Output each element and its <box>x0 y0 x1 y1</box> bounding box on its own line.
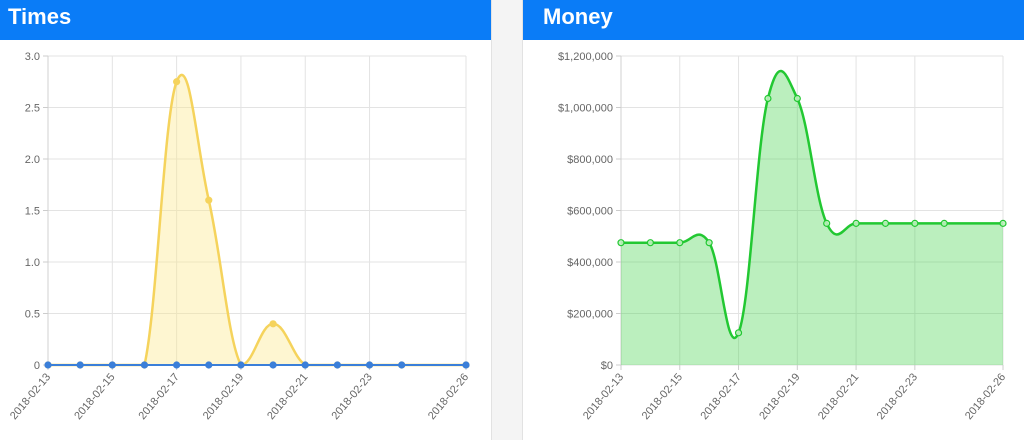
money-ytick-label: $0 <box>601 360 613 372</box>
times-series-1-point[interactable] <box>140 361 149 369</box>
times-series-0-point[interactable] <box>205 196 213 204</box>
times-xtick-label: 2018-02-23 <box>329 371 374 422</box>
money-series-0-point[interactable] <box>617 239 625 247</box>
times-xtick-label: 2018-02-26 <box>426 371 471 422</box>
times-series-1-point[interactable] <box>76 361 84 369</box>
times-series-1-point[interactable] <box>108 361 116 369</box>
times-ytick-label: 2.0 <box>25 154 40 166</box>
money-ytick-label: $1,000,000 <box>558 103 613 115</box>
times-xtick-label: 2018-02-13 <box>8 371 53 422</box>
times-grid <box>47 55 467 366</box>
times-series-1-point[interactable] <box>173 361 181 369</box>
times-series-1-point[interactable] <box>462 361 470 369</box>
money-xtick-label: 2018-02-19 <box>757 371 802 422</box>
times-series-1-point[interactable] <box>269 361 277 369</box>
money-series-0-point[interactable] <box>852 219 860 227</box>
money-series-0-area <box>621 70 1003 366</box>
money-xtick-label: 2018-02-17 <box>698 371 743 422</box>
times-ytick-label: 2.5 <box>25 103 40 115</box>
times-series-1-point[interactable] <box>333 361 341 369</box>
money-xtick-label: 2018-02-15 <box>640 371 685 422</box>
times-series-0-line <box>48 73 466 367</box>
money-chart: $0 $200,000 $400,000 $600,000 $800,000 $1,000… <box>558 51 1008 422</box>
money-ytick-label: $600,000 <box>567 206 613 218</box>
money-ytick-label: $1,200,000 <box>558 51 613 63</box>
times-xtick-label: 2018-02-15 <box>72 371 117 422</box>
money-series-0-point[interactable] <box>999 219 1007 227</box>
times-series-1-point[interactable] <box>44 361 52 369</box>
times-ytick-label: 0 <box>34 360 40 372</box>
times-xtick-label: 2018-02-21 <box>265 371 310 422</box>
money-ytick-label: $400,000 <box>567 257 613 269</box>
money-series-0-point[interactable] <box>734 329 743 337</box>
times-series-1-point[interactable] <box>365 361 374 369</box>
times-chart: 0 0.5 1.0 1.5 2.0 2.5 3.0 2018-02-13 2018-02-15 2… <box>8 51 471 422</box>
money-series-0-point[interactable] <box>764 94 772 103</box>
times-series-1-point[interactable] <box>398 361 406 369</box>
money-panel: Money $0 $200,000 $400,000 $600,000 $800,000… <box>522 0 1024 440</box>
money-series-0-point[interactable] <box>940 219 948 227</box>
money-xtick-label: 2018-02-23 <box>875 371 920 422</box>
money-xtick-label: 2018-02-26 <box>963 371 1008 422</box>
times-series-1-point[interactable] <box>205 361 213 369</box>
money-series-0-point[interactable] <box>881 219 890 227</box>
times-ytick-label: 3.0 <box>25 51 40 63</box>
times-ytick-label: 1.0 <box>25 257 40 269</box>
times-xtick-label: 2018-02-19 <box>201 371 246 422</box>
money-series-0-point[interactable] <box>676 239 684 247</box>
money-series-0-point[interactable] <box>793 94 801 103</box>
money-series-0-point[interactable] <box>705 239 713 247</box>
money-xtick-label: 2018-02-21 <box>816 371 861 422</box>
money-ytick-label: $200,000 <box>567 309 613 321</box>
money-series-0-point[interactable] <box>911 219 919 227</box>
times-series-1-point[interactable] <box>237 361 245 369</box>
times-series-0-point[interactable] <box>173 78 181 86</box>
times-ytick-label: 0.5 <box>25 309 40 321</box>
money-series-0-point[interactable] <box>646 239 654 247</box>
times-panel: Times 0 0.5 1.0 1.5 2.0 2.5 3.0 2018-02-13 2018-… <box>0 0 492 440</box>
money-ytick-label: $800,000 <box>567 154 613 166</box>
times-ytick-label: 1.5 <box>25 206 40 218</box>
times-series-0-point[interactable] <box>269 320 277 328</box>
times-series-1-point[interactable] <box>301 361 309 369</box>
times-xtick-label: 2018-02-17 <box>137 371 182 422</box>
money-series-0-point[interactable] <box>823 219 831 227</box>
money-xtick-label: 2018-02-13 <box>581 371 626 422</box>
times-series-0-area <box>48 74 466 365</box>
